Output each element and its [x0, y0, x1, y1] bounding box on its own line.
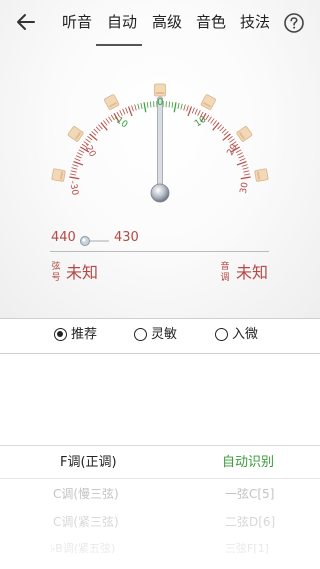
list-separator: [0, 478, 320, 479]
dial-tick: [173, 102, 177, 113]
dial-tick: [244, 173, 251, 176]
dial-tick: [137, 103, 140, 110]
dial-tick: [223, 131, 229, 136]
dial-tick: [69, 176, 80, 180]
needle-pivot-icon: [150, 183, 170, 203]
tuning-peg-icon: [254, 168, 269, 182]
sensitivity-modes: 推荐 灵敏 入微: [0, 318, 320, 354]
dial-tick: [125, 107, 129, 114]
dial-tick: [171, 101, 174, 108]
divider-line: [50, 251, 269, 252]
dial-tick: [180, 103, 183, 110]
dial-tick: [105, 118, 110, 124]
tuning-peg-icon: [104, 94, 120, 110]
dial-tick: [183, 104, 186, 111]
dial-tick: [242, 167, 249, 170]
dial-tick: [212, 120, 217, 126]
radio-selected-dot: [57, 331, 64, 338]
list-top-border: [0, 445, 320, 446]
string-label: 弦号: [51, 262, 61, 283]
tuning-selected[interactable]: F调(正调): [60, 455, 117, 471]
dial-tick: [74, 158, 81, 162]
dial-tick: [134, 104, 137, 111]
pitch-label: 音调: [220, 262, 230, 283]
dial-tick: [186, 105, 189, 112]
dial-tick: [191, 107, 195, 114]
string-option[interactable]: 三弦F[1]: [225, 541, 269, 557]
dial-tick: [77, 152, 83, 156]
range-high-value: 430: [114, 230, 139, 245]
radio-sensitive[interactable]: [134, 328, 147, 341]
tuner-dial: [51, 83, 269, 203]
dial-tick: [241, 164, 248, 167]
dial-tick: [140, 102, 143, 109]
dial-tick: [194, 108, 198, 115]
tuning-peg-icon: [236, 126, 253, 142]
dial-tick: [122, 108, 126, 115]
dial-tick: [187, 106, 193, 117]
dial-tick: [236, 160, 247, 166]
dial-tick: [227, 136, 233, 141]
radio-recommended[interactable]: [54, 328, 67, 341]
dial-tick: [146, 101, 149, 108]
radio-subtle[interactable]: [215, 328, 228, 341]
dial-tick: [72, 164, 79, 167]
tuning-option[interactable]: C调(紧三弦): [53, 514, 119, 530]
dial-tick: [238, 155, 245, 159]
string-option[interactable]: 一弦C[5]: [225, 486, 274, 502]
dial-tick: [91, 131, 97, 136]
dial-tick: [240, 176, 251, 180]
pitch-value: 未知: [236, 263, 269, 282]
dial-tick: [69, 173, 76, 176]
dial-tick: [219, 126, 225, 132]
string-option[interactable]: 二弦D[6]: [225, 514, 275, 530]
dial-tick: [131, 105, 134, 112]
dial-tick: [98, 124, 103, 130]
tuning-peg-icon: [154, 83, 166, 97]
dial-tick: [243, 170, 250, 173]
range-slider[interactable]: [78, 232, 110, 246]
string-value: 未知: [66, 263, 99, 282]
dial-tick: [103, 120, 108, 126]
string-selected[interactable]: 自动识别: [222, 455, 274, 471]
tuning-option[interactable]: ♭B调(紧五弦): [50, 541, 115, 557]
dial-tick: [93, 128, 99, 134]
tuning-peg-icon: [51, 168, 66, 182]
tuning-peg-icon: [200, 94, 216, 110]
tuner-needle: [150, 96, 170, 203]
dial-tick: [149, 101, 152, 108]
mode-label-recommended[interactable]: 推荐: [71, 327, 97, 343]
dial-tick: [177, 102, 180, 109]
scale-label-pos30: 30: [238, 181, 251, 195]
dial-tick: [75, 155, 82, 159]
mode-label-sensitive[interactable]: 灵敏: [151, 327, 177, 343]
slider-knob-icon: [80, 236, 109, 246]
dial-tick: [70, 170, 77, 173]
dial-tick: [73, 160, 84, 166]
needle-shaft: [157, 96, 163, 194]
reference-range: 440: [51, 229, 76, 247]
scale-label-zero: 0: [157, 97, 164, 108]
dial-tick: [143, 102, 147, 113]
mode-label-subtle[interactable]: 入微: [232, 327, 258, 343]
dial-tick: [207, 116, 212, 122]
dial-tick: [210, 118, 215, 124]
dial-tick: [221, 128, 227, 134]
dial-tick: [95, 126, 101, 132]
tuning-peg-icon: [67, 126, 84, 142]
dial-tick: [168, 101, 171, 108]
dial-tick: [217, 124, 222, 130]
range-low-value: 440: [51, 230, 76, 245]
tuning-option[interactable]: C调(慢三弦): [53, 486, 119, 502]
dial-tick: [239, 158, 246, 162]
dial-tick: [127, 106, 133, 117]
dial-tick: [71, 167, 78, 170]
dial-tick: [87, 136, 93, 141]
dial-tick: [237, 152, 243, 156]
